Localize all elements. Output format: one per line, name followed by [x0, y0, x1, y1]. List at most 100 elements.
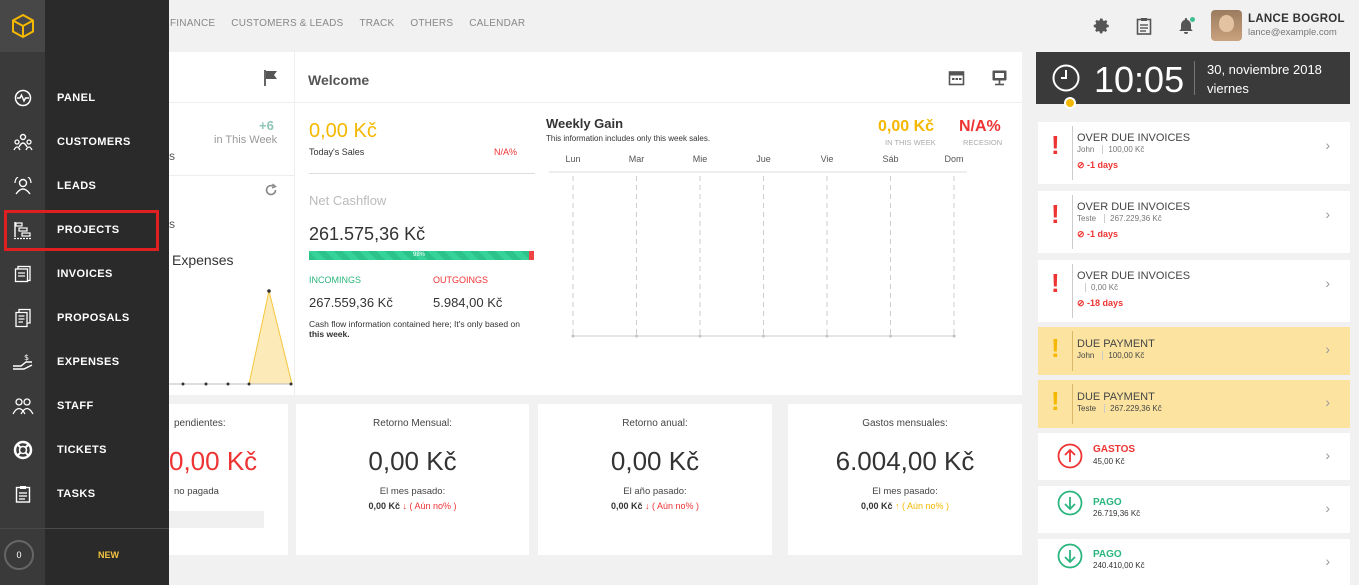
notifications-bell-icon[interactable] [1176, 16, 1196, 36]
stat-comparison: 0,00 Kč ↑ ( Aún no% ) [788, 501, 1022, 511]
in-this-week-label: in This Week [214, 134, 278, 146]
chevron-right-icon[interactable]: › [1325, 206, 1330, 222]
clock-date: 30, noviembre 2018 [1207, 62, 1322, 77]
stat-value: 0,00 Kč [169, 446, 258, 476]
sidebar-item-label: INVOICES [57, 268, 113, 280]
nav-link-customers-leads[interactable]: CUSTOMERS & LEADS [231, 18, 343, 29]
notification-expense[interactable]: GASTOS 45,00 Kč › [1038, 433, 1350, 480]
chart-point [247, 382, 251, 386]
cashflow-note: Cash flow information contained here; It… [309, 319, 534, 339]
weekly-gain-value-label: IN THIS WEEK [885, 138, 936, 147]
flag-icon[interactable] [262, 69, 280, 92]
chart-point [181, 382, 185, 386]
stat-comparison: 0,00 Kč ↓ ( Aún no% ) [296, 501, 529, 511]
chart-day-label: Dom [944, 154, 963, 164]
leads-icon [0, 177, 45, 195]
notification-payment[interactable]: PAGO 26.719,36 Kč › [1038, 486, 1350, 533]
notification-client: Teste [1077, 404, 1097, 413]
top-icon-group [1092, 16, 1196, 36]
outgoing-segment [529, 251, 534, 260]
overdue-clock-icon: ⊘ [1077, 229, 1088, 239]
chevron-right-icon[interactable]: › [1325, 137, 1330, 153]
sidebar-item-label: CUSTOMERS [57, 136, 131, 148]
counter-badge[interactable]: 0 [4, 540, 34, 570]
projects-highlight-box [4, 210, 159, 251]
stat-card-annual-return: Retorno anual: 0,00 Kč El año pasado: 0,… [538, 404, 772, 555]
stat-title: Retorno anual: [622, 418, 688, 429]
nav-link-track[interactable]: TRACK [359, 18, 394, 29]
proposals-icon [0, 308, 45, 328]
calendar-icon[interactable] [948, 69, 965, 91]
timeline-dot [1064, 97, 1076, 109]
new-button[interactable]: NEW [98, 550, 119, 560]
cashflow-percent: 98% [413, 252, 426, 258]
nav-link-others[interactable]: OTHERS [410, 18, 453, 29]
notification-days-value: -1 days [1087, 229, 1119, 239]
weekly-gain-value: 0,00 Kč [878, 118, 935, 135]
notification-payment[interactable]: PAGO 240.410,00 Kč › [1038, 539, 1350, 585]
sidebar-item-tickets[interactable]: TICKETS [0, 428, 169, 472]
customers-icon [0, 133, 45, 151]
notification-client: Teste [1077, 214, 1097, 223]
user-profile[interactable]: LANCE BOGROL lance@example.com [1211, 10, 1345, 41]
nav-link-finance[interactable]: FINANCE [170, 18, 215, 29]
stat-prev-label: no pagada [174, 486, 219, 497]
clipboard-icon[interactable] [1134, 16, 1154, 36]
clock-widget: 10:05 30, noviembre 2018 viernes [1036, 52, 1350, 104]
card-separator [1072, 331, 1073, 371]
stat-value: 0,00 Kč [610, 446, 700, 476]
lifebuoy-icon [0, 440, 45, 460]
sidebar-item-proposals[interactable]: PROPOSALS [0, 296, 169, 340]
sidebar-item-label: TASKS [57, 488, 96, 500]
avatar[interactable] [1211, 10, 1242, 41]
sidebar-item-leads[interactable]: LEADS [0, 164, 169, 208]
chevron-right-icon[interactable]: › [1325, 341, 1330, 357]
weekly-gain-chart: Lun Mar Mie Jue Vie Sáb Dom [549, 154, 967, 338]
clipboard-icon [0, 485, 45, 503]
notification-overdue-invoice[interactable]: ! OVER DUE INVOICES John 100,00 Kč ⊘ -1 d… [1038, 122, 1350, 184]
column-divider [294, 52, 295, 395]
app-logo[interactable] [0, 0, 45, 52]
invoices-icon [0, 265, 45, 283]
notification-due-payment[interactable]: ! DUE PAYMENT John 100,00 Kč › [1038, 327, 1350, 375]
slideshow-icon[interactable] [991, 69, 1008, 91]
notification-detail: Teste 267.229,36 Kč [1077, 404, 1162, 413]
notification-overdue-invoice[interactable]: ! OVER DUE INVOICES Teste 267.229,36 Kč ⊘… [1038, 191, 1350, 253]
user-email: lance@example.com [1248, 27, 1337, 38]
notification-overdue-invoice[interactable]: ! OVER DUE INVOICES 0,00 Kč ⊘ -18 days › [1038, 260, 1350, 322]
notification-amount: 240.410,00 Kč [1093, 561, 1145, 570]
weekly-count-plus: +6 [259, 118, 274, 133]
chevron-right-icon[interactable]: › [1325, 275, 1330, 291]
sidebar-item-label: TICKETS [57, 444, 107, 456]
sidebar-item-customers[interactable]: CUSTOMERS [0, 120, 169, 164]
chevron-right-icon[interactable]: › [1325, 394, 1330, 410]
settings-gear-icon[interactable] [1092, 16, 1112, 36]
chart-point [226, 382, 230, 386]
sidebar-item-expenses[interactable]: $ EXPENSES [0, 340, 169, 384]
notification-due-payment[interactable]: ! DUE PAYMENT Teste 267.229,36 Kč › [1038, 380, 1350, 428]
pulse-icon [0, 89, 45, 107]
chevron-right-icon[interactable]: › [1325, 500, 1330, 516]
chevron-right-icon[interactable]: › [1325, 447, 1330, 463]
nav-link-calendar[interactable]: CALENDAR [469, 18, 525, 29]
chevron-right-icon[interactable]: › [1325, 553, 1330, 569]
stat-card-pending: pendientes: 0,00 Kč no pagada [169, 404, 288, 555]
sidebar-item-staff[interactable]: STAFF [0, 384, 169, 428]
refresh-icon[interactable] [264, 183, 278, 202]
notification-amount: 100,00 Kč [1102, 351, 1145, 360]
stat-title: Gastos mensuales: [862, 418, 948, 429]
sidebar-item-label: STAFF [57, 400, 94, 412]
chart-point [289, 382, 293, 386]
sidebar-item-panel[interactable]: PANEL [0, 76, 169, 120]
sidebar-item-invoices[interactable]: INVOICES [0, 252, 169, 296]
stat-title: pendientes: [174, 418, 226, 429]
clock-day: viernes [1207, 81, 1249, 96]
exclamation-icon: ! [1051, 333, 1060, 363]
expenses-chart [169, 289, 293, 386]
notification-days: ⊘ -1 days [1077, 229, 1118, 240]
exclamation-icon: ! [1051, 268, 1060, 298]
overdue-clock-icon: ⊘ [1077, 298, 1088, 308]
sidebar-item-tasks[interactable]: TASKS [0, 472, 169, 516]
recession-label: RECESION [963, 138, 1003, 147]
notification-days: ⊘ -1 days [1077, 160, 1118, 171]
